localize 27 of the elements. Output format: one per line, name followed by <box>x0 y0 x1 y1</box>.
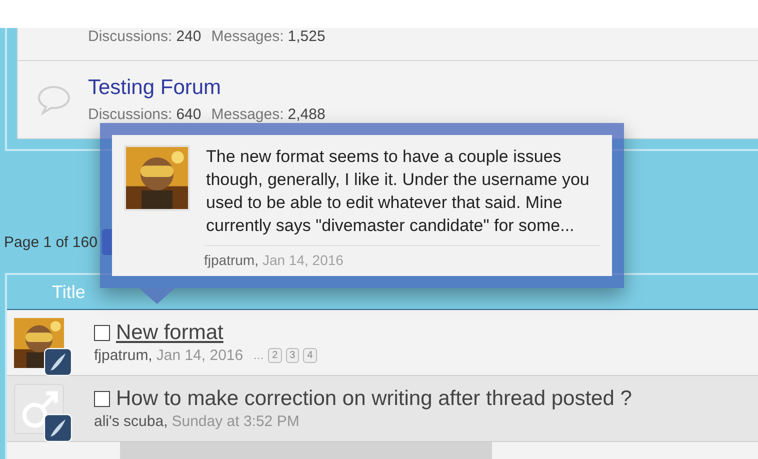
page-count: Page 1 of 160 <box>4 234 98 250</box>
stat-value: 640 <box>176 106 202 123</box>
stat-label: Messages: <box>211 28 284 45</box>
speech-bubble-icon <box>37 84 71 114</box>
stat-value: 2,488 <box>288 106 326 123</box>
stat-label: Discussions: <box>88 28 172 45</box>
stat-label: Discussions: <box>88 106 172 123</box>
scrollbar-thumb[interactable] <box>120 442 492 459</box>
author-link[interactable]: fjpatrum, <box>94 347 152 364</box>
thread-row[interactable]: How to make correction on writing after thread posted ? ali's scuba, Sunday at 3:52 PM <box>7 376 758 442</box>
post-date: Sunday at 3:52 PM <box>172 413 300 430</box>
stat-label: Messages: <box>211 106 284 123</box>
checkbox[interactable] <box>94 325 110 341</box>
tooltip-pointer <box>139 288 175 304</box>
post-date: Jan 14, 2016 <box>262 252 344 268</box>
stat-value: 1,525 <box>288 28 326 45</box>
author-name: fjpatrum, <box>204 252 258 268</box>
stat-value: 240 <box>176 28 202 45</box>
checkbox[interactable] <box>94 391 110 407</box>
thread-title-link[interactable]: New format <box>116 321 224 345</box>
post-excerpt: The new format seems to have a couple issues though, generally, I like it. Under the username you used to be able to edit whatever that said. Mine currently says "divemaster candidate" for some... <box>206 146 590 237</box>
post-date: Jan 14, 2016 <box>156 347 244 364</box>
thread-row[interactable]: New format fjpatrum, Jan 14, 2016 … 2 3 4 <box>7 310 758 376</box>
page-ellipsis: … <box>253 350 264 362</box>
author-link[interactable]: ali's scuba, <box>94 413 168 430</box>
forum-title-link[interactable]: Testing Forum <box>88 76 336 100</box>
thread-title-link[interactable]: How to make correction on writing after thread posted ? <box>116 387 632 411</box>
